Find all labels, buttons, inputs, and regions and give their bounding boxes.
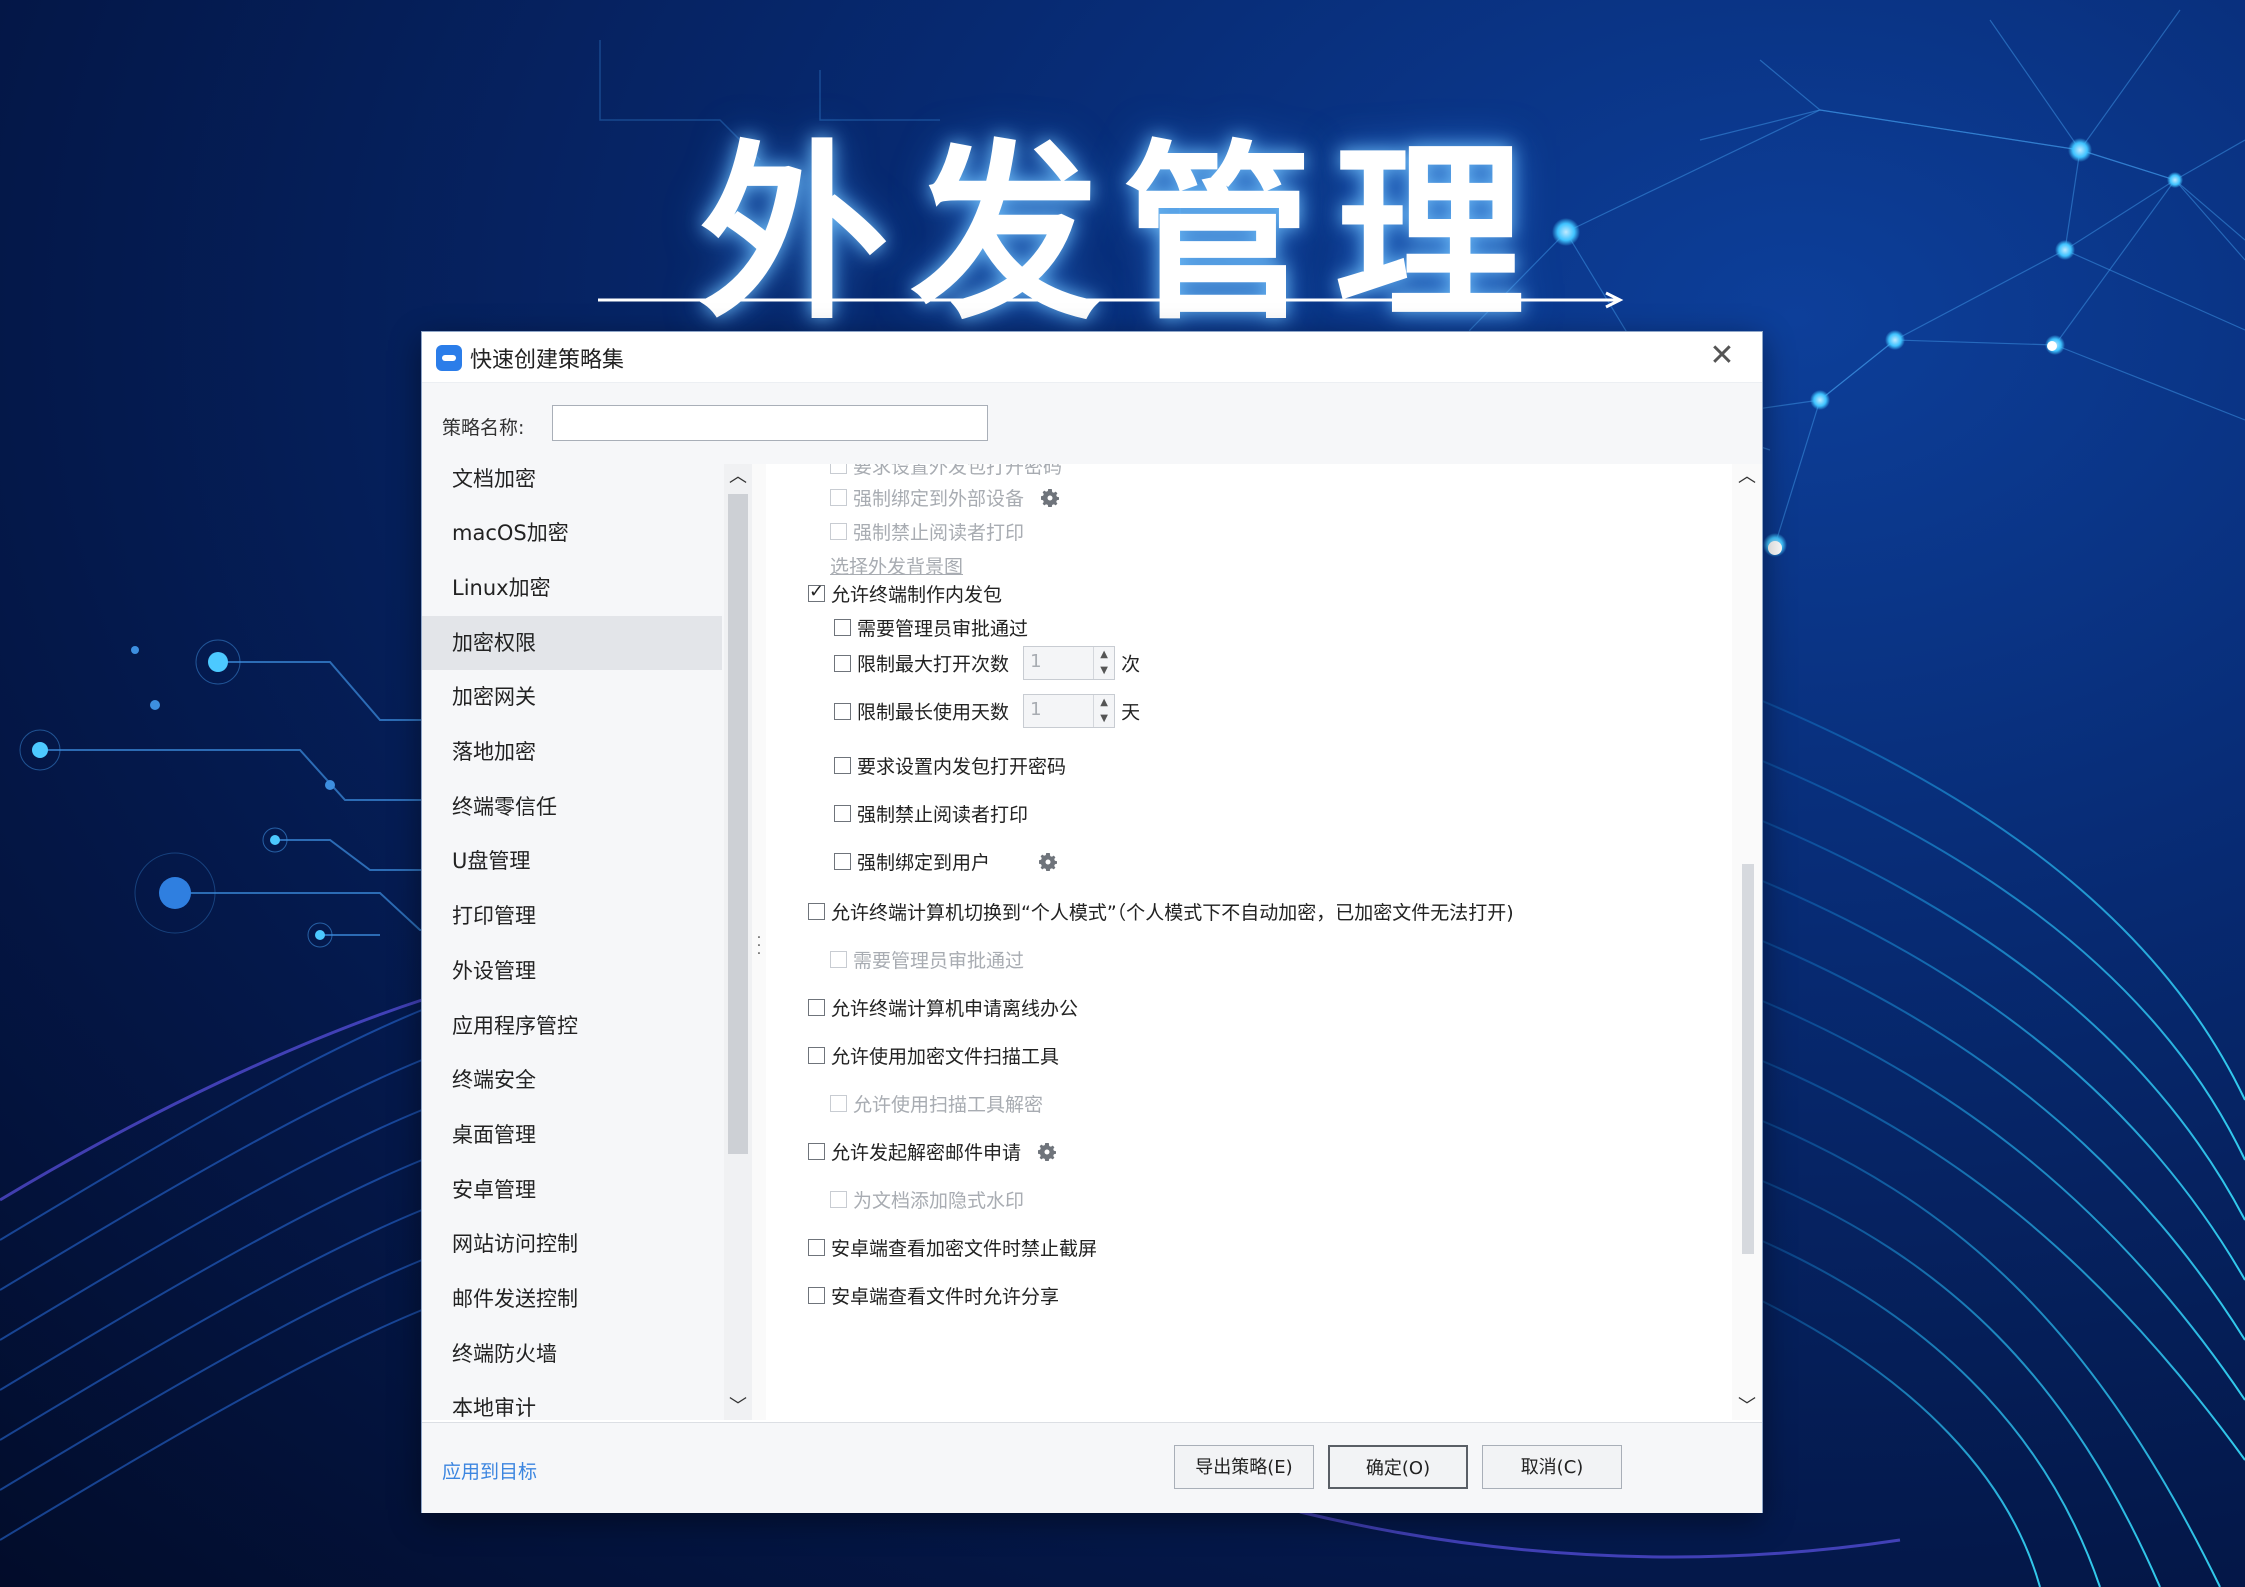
sidebar-item-web-access-control[interactable]: 网站访问控制 <box>422 1217 722 1271</box>
sidebar-item-encryption-permissions[interactable]: 加密权限 <box>422 616 722 670</box>
gear-icon[interactable] <box>1036 850 1060 874</box>
option-personal-mode[interactable]: 允许终端计算机切换到“个人模式”（个人模式下不自动加密，已加密文件无法打开) <box>808 898 1514 926</box>
max-open-count-stepper[interactable]: 1 ▲ ▼ <box>1023 646 1116 680</box>
sidebar-item-desktop-management[interactable]: 桌面管理 <box>422 1108 722 1162</box>
options-scrollbar[interactable]: ︿ ﹀ <box>1732 464 1762 1420</box>
policy-category-sidebar: 文档加密 macOS加密 Linux加密 加密权限 加密网关 落地加密 终端零信… <box>422 464 752 1420</box>
option-allow-internal-package[interactable]: 允许终端制作内发包 <box>808 580 1002 608</box>
sidebar-item-mail-send-control[interactable]: 邮件发送控制 <box>422 1272 722 1326</box>
checkbox[interactable] <box>830 1191 847 1208</box>
checkbox[interactable] <box>830 523 847 540</box>
checkbox[interactable] <box>830 489 847 506</box>
option-scan-tool[interactable]: 允许使用加密文件扫描工具 <box>808 1042 1059 1070</box>
checkbox[interactable] <box>830 1095 847 1112</box>
chevron-down-icon[interactable]: ﹀ <box>1732 1394 1762 1420</box>
sidebar-item-usb-management[interactable]: U盘管理 <box>422 834 722 888</box>
checkbox[interactable] <box>808 999 825 1016</box>
option-limit-max-days[interactable]: 限制最长使用天数 1 ▲ ▼ 天 <box>834 694 1140 728</box>
option-android-allow-share[interactable]: 安卓端查看文件时允许分享 <box>808 1282 1059 1310</box>
chevron-up-icon[interactable]: ︿ <box>1732 464 1762 490</box>
stepper-arrows-icon[interactable]: ▲ ▼ <box>1093 647 1114 679</box>
option-personal-mode-approval[interactable]: 需要管理员审批通过 <box>830 946 1024 974</box>
cancel-button[interactable]: 取消(C) <box>1482 1445 1622 1489</box>
checkbox[interactable] <box>830 464 847 474</box>
sidebar-item-linux-encryption[interactable]: Linux加密 <box>422 561 722 615</box>
drag-handle-icon[interactable]: · · · <box>756 931 762 961</box>
sidebar-item-macos-encryption[interactable]: macOS加密 <box>422 506 722 560</box>
checkbox[interactable] <box>830 951 847 968</box>
ok-button[interactable]: 确定(O) <box>1328 1445 1468 1489</box>
checkbox[interactable] <box>834 619 851 636</box>
policy-name-input[interactable] <box>552 405 988 441</box>
sidebar-item-peripheral-management[interactable]: 外设管理 <box>422 944 722 998</box>
sidebar-item-zero-trust[interactable]: 终端零信任 <box>422 780 722 834</box>
option-internal-forbid-print[interactable]: 强制禁止阅读者打印 <box>834 800 1028 828</box>
dialog-titlebar: 快速创建策略集 ✕ <box>422 332 1762 383</box>
sidebar-scrollbar[interactable]: ︿ ﹀ <box>724 464 752 1420</box>
checkbox[interactable] <box>834 805 851 822</box>
banner-title: 外发管理 <box>698 124 1547 345</box>
option-bind-external-device[interactable]: 强制绑定到外部设备 <box>830 484 1062 512</box>
policy-name-label: 策略名称: <box>442 417 525 439</box>
gear-icon[interactable] <box>1038 486 1062 510</box>
checkbox[interactable] <box>834 654 851 672</box>
sidebar-item-landing-encryption[interactable]: 落地加密 <box>422 725 722 779</box>
chevron-down-icon[interactable]: ﹀ <box>724 1394 752 1420</box>
export-policy-button[interactable]: 导出策略(E) <box>1174 1445 1314 1489</box>
dialog-title: 快速创建策略集 <box>470 348 625 373</box>
title-arrow-line <box>598 291 1624 309</box>
checkbox[interactable] <box>808 903 825 920</box>
checkbox[interactable] <box>808 1047 825 1064</box>
chevron-up-icon[interactable]: ︿ <box>724 464 752 490</box>
gear-icon[interactable] <box>1035 1140 1059 1164</box>
option-limit-max-open-count[interactable]: 限制最大打开次数 1 ▲ ▼ 次 <box>834 646 1140 680</box>
option-offline-work[interactable]: 允许终端计算机申请离线办公 <box>808 994 1078 1022</box>
option-decrypt-mail-request[interactable]: 允许发起解密邮件申请 <box>808 1138 1059 1166</box>
option-scan-tool-decrypt[interactable]: 允许使用扫描工具解密 <box>830 1090 1043 1118</box>
sidebar-item-print-management[interactable]: 打印管理 <box>422 889 722 943</box>
sidebar-item-endpoint-security[interactable]: 终端安全 <box>422 1053 722 1107</box>
option-external-package-password[interactable]: 要求设置外发包打开密码 <box>830 464 1062 480</box>
option-bind-to-user[interactable]: 强制绑定到用户 <box>834 848 1060 876</box>
select-background-link[interactable]: 选择外发背景图 <box>830 552 963 579</box>
options-scroll-thumb[interactable] <box>1742 864 1754 1254</box>
sidebar-item-endpoint-firewall[interactable]: 终端防火墙 <box>422 1327 722 1381</box>
stepper-arrows-icon[interactable]: ▲ ▼ <box>1093 695 1114 727</box>
checkbox[interactable] <box>834 757 851 774</box>
apply-to-target-link[interactable]: 应用到目标 <box>442 1457 537 1484</box>
checkbox[interactable] <box>834 702 851 720</box>
quick-create-policy-dialog: 快速创建策略集 ✕ 策略名称: 文档加密 macOS加密 Linux加密 加密权… <box>422 332 1762 1513</box>
sidebar-item-app-control[interactable]: 应用程序管控 <box>422 999 722 1053</box>
option-internal-package-password[interactable]: 要求设置内发包打开密码 <box>834 752 1066 780</box>
checkbox[interactable] <box>808 1143 825 1160</box>
max-days-stepper[interactable]: 1 ▲ ▼ <box>1023 694 1116 728</box>
option-external-forbid-print[interactable]: 强制禁止阅读者打印 <box>830 518 1024 546</box>
close-icon[interactable]: ✕ <box>1704 338 1740 374</box>
option-implicit-watermark[interactable]: 为文档添加隐式水印 <box>830 1186 1024 1214</box>
sidebar-item-encryption-gateway[interactable]: 加密网关 <box>422 670 722 724</box>
checkbox[interactable] <box>834 853 851 870</box>
app-icon <box>436 345 462 371</box>
checkbox[interactable] <box>808 1239 825 1256</box>
sidebar-item-android-management[interactable]: 安卓管理 <box>422 1163 722 1217</box>
dialog-footer: 应用到目标 导出策略(E) 确定(O) 取消(C) <box>422 1422 1762 1513</box>
option-internal-admin-approval[interactable]: 需要管理员审批通过 <box>834 614 1028 642</box>
checkbox[interactable] <box>808 1287 825 1304</box>
option-android-no-screenshot[interactable]: 安卓端查看加密文件时禁止截屏 <box>808 1234 1097 1262</box>
sidebar-item-doc-encryption[interactable]: 文档加密 <box>422 464 722 506</box>
sidebar-scroll-thumb[interactable] <box>728 494 748 1154</box>
sidebar-item-local-audit[interactable]: 本地审计 <box>422 1381 722 1420</box>
pane-splitter[interactable]: · · · <box>752 464 766 1420</box>
checkbox-checked[interactable] <box>808 581 825 602</box>
policy-options-panel: 要求设置外发包打开密码 强制绑定到外部设备 强制禁止阅读者打印 选择外发背景图 … <box>766 464 1762 1420</box>
